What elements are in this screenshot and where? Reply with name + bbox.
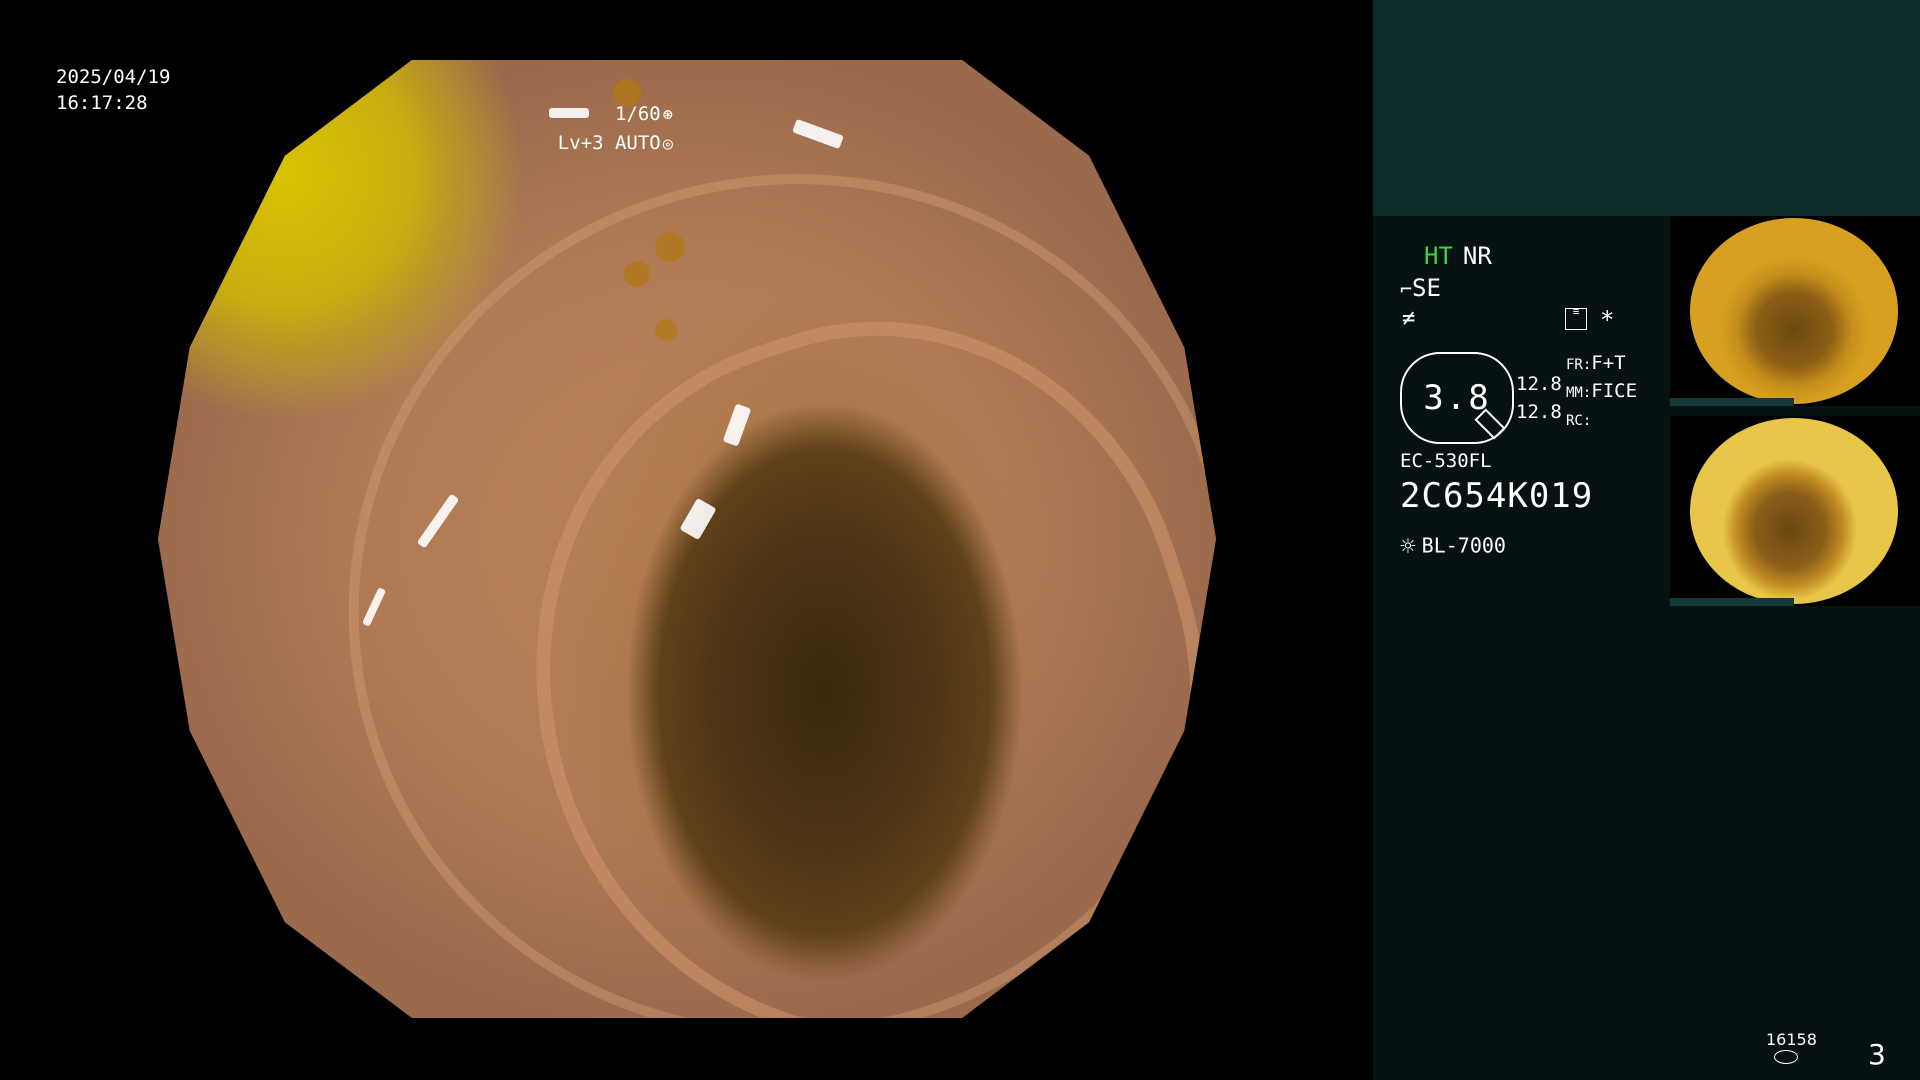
zoom-values: 12.8 12.8 [1516,370,1562,426]
mm-label: MM: [1566,385,1592,401]
thumbnail-bar [1670,598,1794,606]
nr-label: NR [1462,242,1492,270]
shutter-icon: ⊛ [662,105,673,125]
thumbnail-image [1690,218,1898,404]
level-text: Lv+3 [557,132,604,154]
value-1: 12.8 [1516,373,1562,395]
freeze-icon: ≠ [1402,306,1416,331]
enhancement-modes: HT NR [1424,242,1492,270]
scope-icon: ⌐ [1400,277,1413,301]
light-source-label: BL-7000 [1421,533,1506,558]
aperture-icon: ◎ [662,134,673,154]
endoscope-view: 2025/04/19 16:17:28 1/60 ⊛ Lv+3 AUTO ◎ [0,0,1373,1080]
rc-label: RC: [1566,413,1592,429]
thumbnail-2[interactable] [1670,416,1920,606]
mode-text: AUTO [614,132,661,154]
thumbnail-image [1690,418,1898,604]
scope-serial: 2C654K019 [1400,476,1594,516]
panel-header [1373,0,1920,216]
date-text: 2025/04/19 [56,66,171,88]
fr-label: FR: [1566,357,1592,373]
se-line: ⌐SE [1400,274,1441,302]
thumbnail-1[interactable] [1670,216,1920,406]
thumbnail-bar [1670,398,1794,406]
shutter-text: 1/60 [614,103,661,125]
light-source: ☼ BL-7000 [1400,532,1506,562]
value-2: 12.8 [1516,401,1562,423]
disk-icon [1774,1050,1798,1064]
time-text: 16:17:28 [56,92,148,114]
endoscopic-image [158,60,1216,1018]
se-label: SE [1412,274,1441,302]
fr-value: F+T [1591,352,1626,374]
light-reflection [791,118,844,150]
page-number: 3 [1868,1038,1886,1071]
processing-labels: FR:F+T MM:FICE RC: [1566,350,1637,434]
datetime: 2025/04/19 16:17:28 [56,64,170,116]
menu-icon: ≡ [1565,306,1587,330]
image-counter: 16158 [1766,1030,1817,1049]
light-icon: ☼ [1400,532,1416,562]
star-icon: * [1600,306,1615,334]
exposure-info: 1/60 ⊛ Lv+3 AUTO ◎ [558,100,673,158]
scope-model: EC-530FL [1400,450,1492,472]
stool-residue [655,318,678,341]
zoom-indicator: 3.8 [1400,352,1514,444]
stool-residue [623,261,650,288]
ht-label: HT [1424,242,1453,270]
mm-value: FICE [1591,380,1638,402]
